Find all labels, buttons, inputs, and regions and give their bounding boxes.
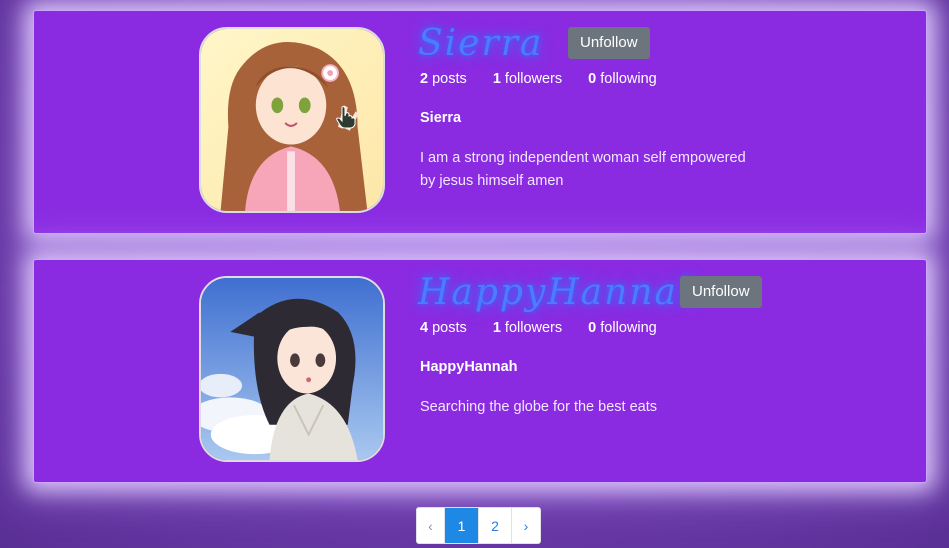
posts-stat: 4 posts (420, 320, 467, 336)
followers-stat[interactable]: 1 followers (493, 320, 562, 336)
followers-label: followers (504, 320, 563, 336)
followers-count: 1 (492, 71, 501, 87)
unfollow-button[interactable]: Unfollow (568, 27, 650, 59)
profile-username[interactable]: Sierra (418, 23, 543, 64)
followers-label: followers (504, 71, 563, 87)
followers-count: 1 (492, 320, 501, 336)
posts-count: 2 (420, 71, 429, 87)
profile-avatar[interactable] (199, 27, 385, 213)
profile-avatar[interactable] (199, 276, 385, 462)
anime-girl-avatar-icon (201, 278, 383, 460)
pagination: ‹ 1 2 › (416, 507, 541, 544)
profile-bio: I am a strong independent woman self emp… (420, 150, 746, 189)
profile-stats: 2 posts 1 followers 0 following (420, 71, 679, 87)
following-label: following (600, 320, 657, 336)
pagination-page-2[interactable]: 2 (479, 508, 512, 543)
profile-stats: 4 posts 1 followers 0 following (420, 320, 679, 336)
posts-label: posts (432, 71, 467, 87)
following-count: 0 (588, 320, 597, 336)
posts-count: 4 (420, 320, 429, 336)
profile-username[interactable]: HappyHannah (418, 272, 703, 313)
posts-label: posts (432, 320, 467, 336)
following-stat[interactable]: 0 following (588, 71, 657, 87)
unfollow-button[interactable]: Unfollow (680, 276, 762, 308)
following-label: following (600, 71, 657, 87)
following-count: 0 (588, 71, 597, 87)
profile-bio: Searching the globe for the best eats (420, 399, 657, 415)
profile-card: Sierra Unfollow 2 posts 1 followers 0 fo… (33, 10, 927, 234)
pagination-prev[interactable]: ‹ (417, 508, 445, 543)
hand-pointer-icon (336, 106, 356, 129)
posts-stat: 2 posts (420, 71, 467, 87)
followers-stat[interactable]: 1 followers (493, 71, 562, 87)
pagination-next[interactable]: › (512, 508, 540, 543)
profile-display-name: HappyHannah (420, 359, 518, 375)
profile-card: HappyHannah Unfollow 4 posts 1 followers… (33, 259, 927, 483)
profile-display-name: Sierra (420, 110, 462, 126)
pagination-page-1[interactable]: 1 (445, 508, 479, 543)
following-stat[interactable]: 0 following (588, 320, 657, 336)
